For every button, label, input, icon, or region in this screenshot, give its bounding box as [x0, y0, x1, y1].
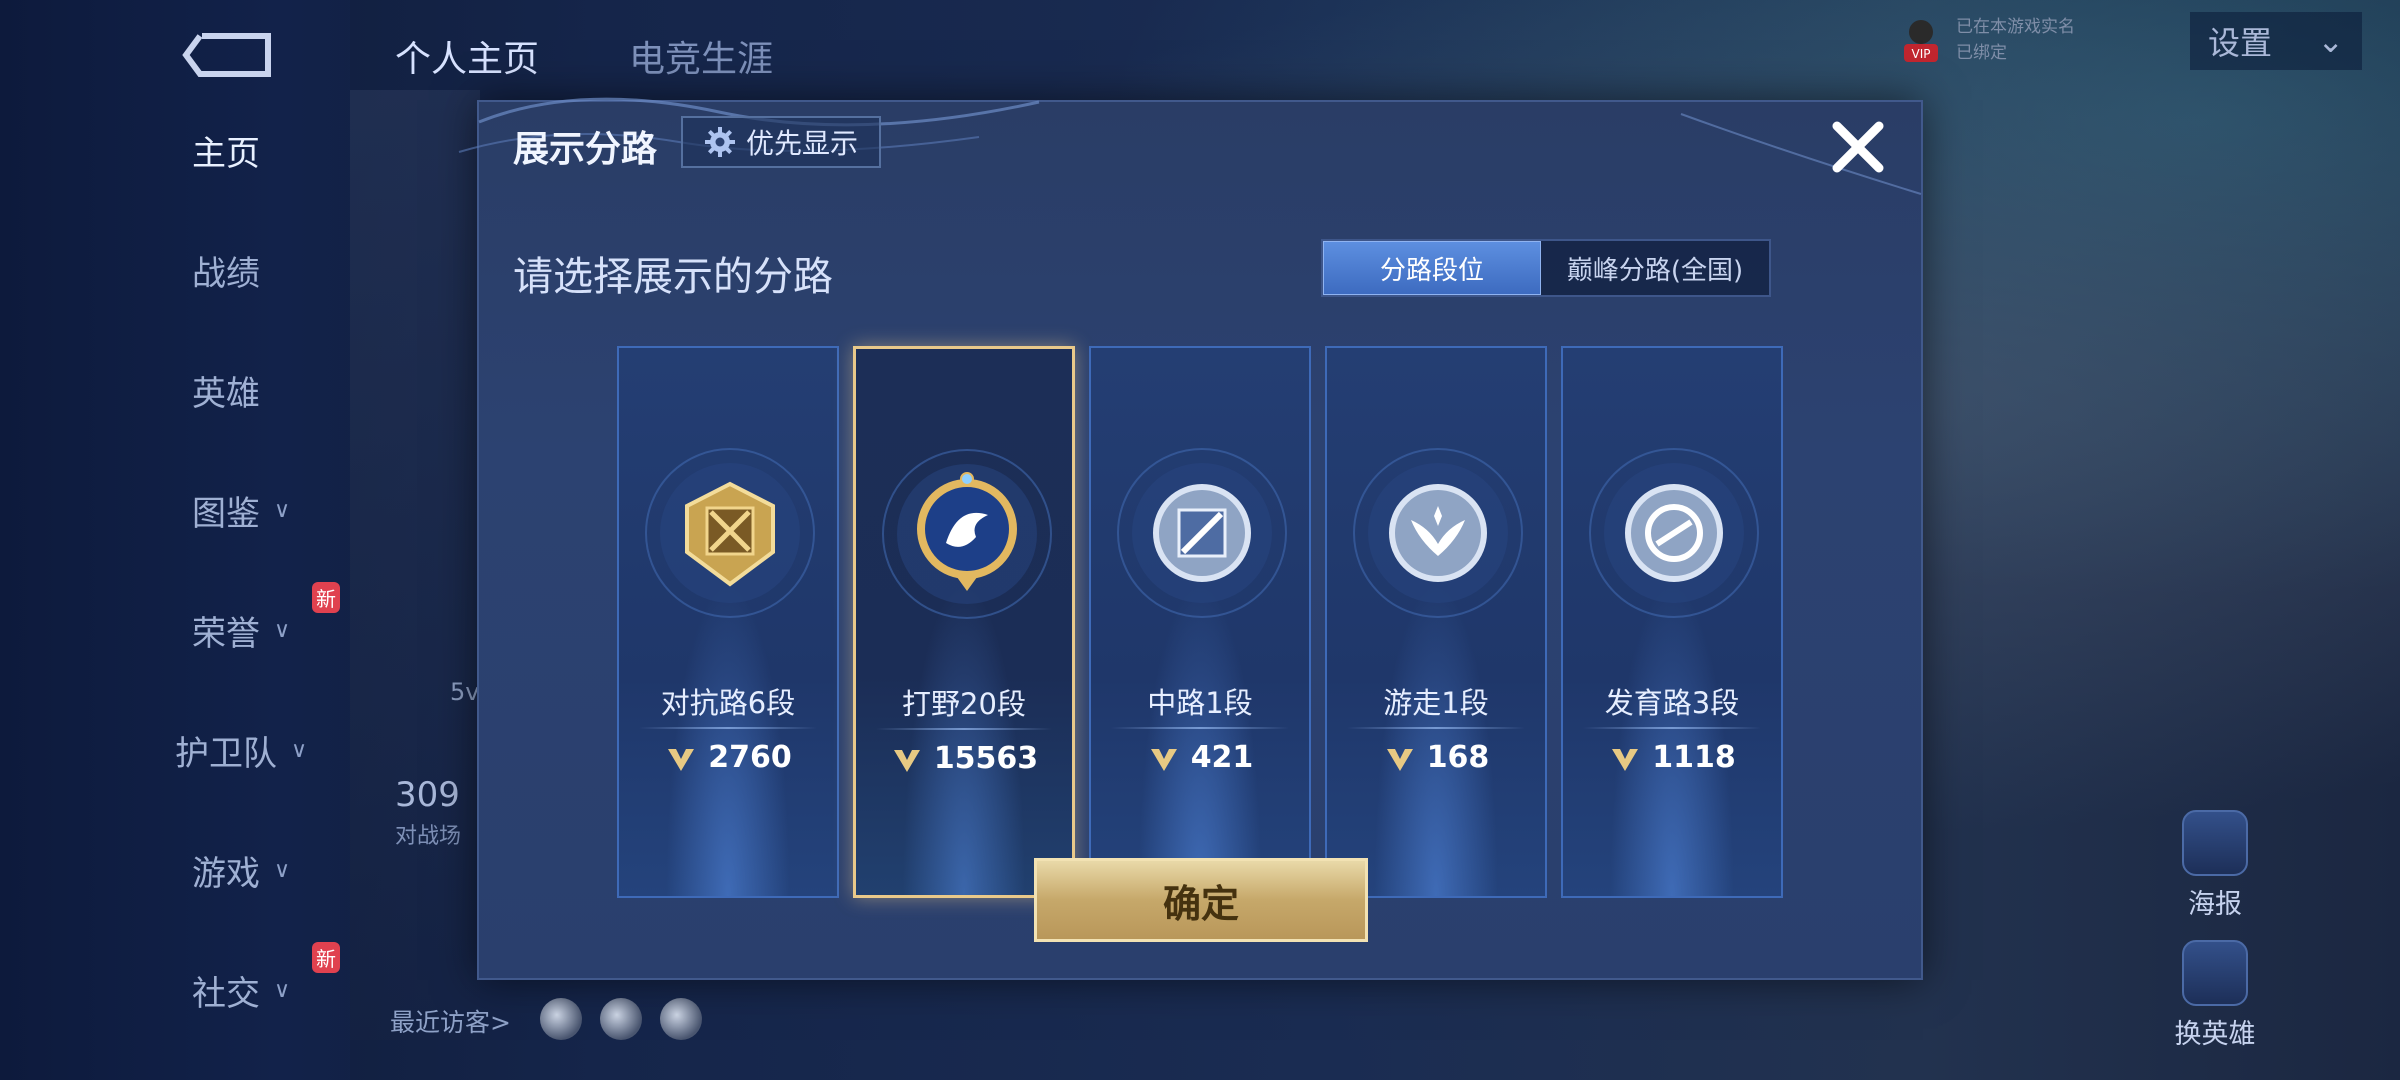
lane-display-dialog: 展示分路 优先显示 请选择展示的分路 分路段位 巅峰分路(全国) 对抗路6段 2…: [458, 97, 1923, 980]
divider: [1111, 727, 1289, 729]
left-nav: 主页 战绩 英雄 图鉴 ∨ 荣誉 ∨ 新护卫队 ∨ 游戏 ∨ 社交 ∨ 新: [0, 0, 350, 1080]
close-icon[interactable]: [1827, 116, 1889, 178]
chevron-down-icon: ∨: [274, 977, 291, 1003]
lane-name: 中路1段: [1147, 686, 1253, 720]
sidebar-item-label: 社交: [192, 973, 260, 1014]
lane-points: 1118: [1563, 740, 1781, 775]
match-count: 309: [395, 775, 460, 815]
sidebar-item[interactable]: 护卫队 ∨: [175, 720, 325, 780]
settings-button[interactable]: 设置 ⌄: [2190, 12, 2362, 70]
lane-name: 打野20段: [902, 687, 1026, 721]
sidebar-item-label: 主页: [192, 133, 260, 174]
sidebar-item-label: 英雄: [192, 373, 260, 414]
roam-rank-icon: [1353, 448, 1523, 618]
lane-points: 421: [1091, 740, 1309, 775]
dialog-title: 展示分路: [513, 129, 658, 170]
lane-mode-toggle: 分路段位 巅峰分路(全国): [1321, 239, 1771, 297]
top-lane-rank-icon: [645, 448, 815, 618]
visitor-avatar[interactable]: [600, 998, 642, 1040]
priority-display-button[interactable]: 优先显示: [681, 116, 881, 168]
poster-button[interactable]: 海报: [2170, 810, 2260, 921]
farm-lane-rank-icon: [1589, 448, 1759, 618]
toggle-lane-rank[interactable]: 分路段位: [1323, 241, 1541, 295]
divider: [1347, 727, 1525, 729]
vip-line: 已在本游戏实名: [1956, 17, 2075, 37]
lane-card-selected[interactable]: 打野20段 15563: [853, 346, 1075, 898]
lane-points-value: 2760: [708, 740, 792, 775]
sidebar-item[interactable]: 战绩: [192, 240, 342, 300]
divider: [1583, 727, 1761, 729]
profile-panel: [350, 90, 480, 1040]
profile-tabs: 个人主页 电竞生涯: [395, 30, 773, 82]
lane-points: 2760: [619, 740, 837, 775]
poster-icon: [2182, 810, 2248, 876]
priority-display-label: 优先显示: [745, 127, 858, 160]
lane-card[interactable]: 中路1段 421: [1089, 346, 1311, 898]
points-icon: [668, 748, 695, 771]
chevron-down-icon: ⌄: [2317, 22, 2344, 60]
change-hero-label: 换英雄: [2174, 1019, 2256, 1050]
sidebar-item[interactable]: 主页: [192, 120, 342, 180]
new-badge: 新: [312, 582, 340, 613]
sidebar-item-label: 游戏: [192, 853, 260, 894]
lane-points-value: 15563: [933, 741, 1039, 776]
lane-card[interactable]: 游走1段 168: [1325, 346, 1547, 898]
tab-esports-career[interactable]: 电竞生涯: [629, 30, 773, 82]
new-badge: 新: [312, 942, 340, 973]
lane-points: 168: [1327, 740, 1545, 775]
chevron-down-icon: ∨: [274, 617, 291, 643]
dialog-subtitle: 请选择展示的分路: [513, 254, 833, 300]
sidebar-item-label: 护卫队: [175, 733, 277, 774]
lane-card[interactable]: 发育路3段 1118: [1561, 346, 1783, 898]
sidebar-item[interactable]: 英雄: [192, 360, 342, 420]
sidebar-item[interactable]: 社交 ∨ 新: [192, 942, 342, 1020]
lane-points-value: 421: [1190, 740, 1254, 775]
sidebar-item-label: 图鉴: [192, 493, 260, 534]
points-icon: [1386, 748, 1413, 771]
points-icon: [1612, 748, 1639, 771]
settings-label: 设置: [2208, 24, 2273, 62]
change-hero-button[interactable]: 换英雄: [2170, 940, 2260, 1051]
match-count-label: 对战场: [395, 824, 462, 849]
lane-name: 发育路3段: [1604, 686, 1740, 720]
jungle-rank-icon: [882, 449, 1052, 619]
visitor-avatar[interactable]: [540, 998, 582, 1040]
sidebar-item[interactable]: 荣誉 ∨ 新: [192, 582, 342, 660]
chevron-down-icon: ∨: [291, 737, 308, 763]
visitor-avatar[interactable]: [660, 998, 702, 1040]
points-icon: [1150, 748, 1177, 771]
lane-card-list: 对抗路6段 2760 打野20段 15563 中路1段 421 游走1段 168…: [617, 346, 1787, 898]
recent-visitors-link[interactable]: 最近访客>: [390, 1003, 511, 1039]
divider: [639, 727, 817, 729]
lane-name: 对抗路6段: [660, 686, 796, 720]
lane-points-value: 1118: [1652, 740, 1736, 775]
sidebar-item-label: 荣誉: [192, 613, 260, 654]
chevron-down-icon: ∨: [274, 857, 291, 883]
mid-lane-rank-icon: [1117, 448, 1287, 618]
svg-text:VIP: VIP: [1912, 47, 1931, 61]
match-mode-label: 5v: [450, 678, 480, 706]
lane-card[interactable]: 对抗路6段 2760: [617, 346, 839, 898]
lane-points: 15563: [856, 741, 1072, 776]
gear-icon: [704, 127, 735, 157]
vip-status[interactable]: VIP 已在本游戏实名 已绑定: [1900, 10, 2080, 70]
lane-points-value: 168: [1426, 740, 1490, 775]
confirm-button[interactable]: 确定: [1034, 858, 1368, 942]
sidebar-item[interactable]: 游戏 ∨: [192, 840, 342, 900]
lane-name: 游走1段: [1383, 686, 1489, 720]
vip-line: 已绑定: [1956, 43, 2007, 63]
back-icon[interactable]: [180, 28, 275, 82]
sidebar-item[interactable]: 图鉴 ∨: [192, 480, 342, 540]
chevron-down-icon: ∨: [274, 497, 291, 523]
tab-personal-home[interactable]: 个人主页: [395, 30, 539, 82]
change-hero-icon: [2182, 940, 2248, 1006]
vip-text: 已在本游戏实名 已绑定: [1956, 14, 2075, 66]
header-swirl-ornament: [1680, 113, 1922, 195]
poster-label: 海报: [2188, 889, 2242, 920]
points-icon: [893, 749, 920, 772]
sidebar-item-label: 战绩: [192, 253, 260, 294]
toggle-peak-lane[interactable]: 巅峰分路(全国): [1541, 241, 1769, 295]
vip-icon: VIP: [1904, 20, 1938, 62]
divider: [876, 728, 1052, 730]
